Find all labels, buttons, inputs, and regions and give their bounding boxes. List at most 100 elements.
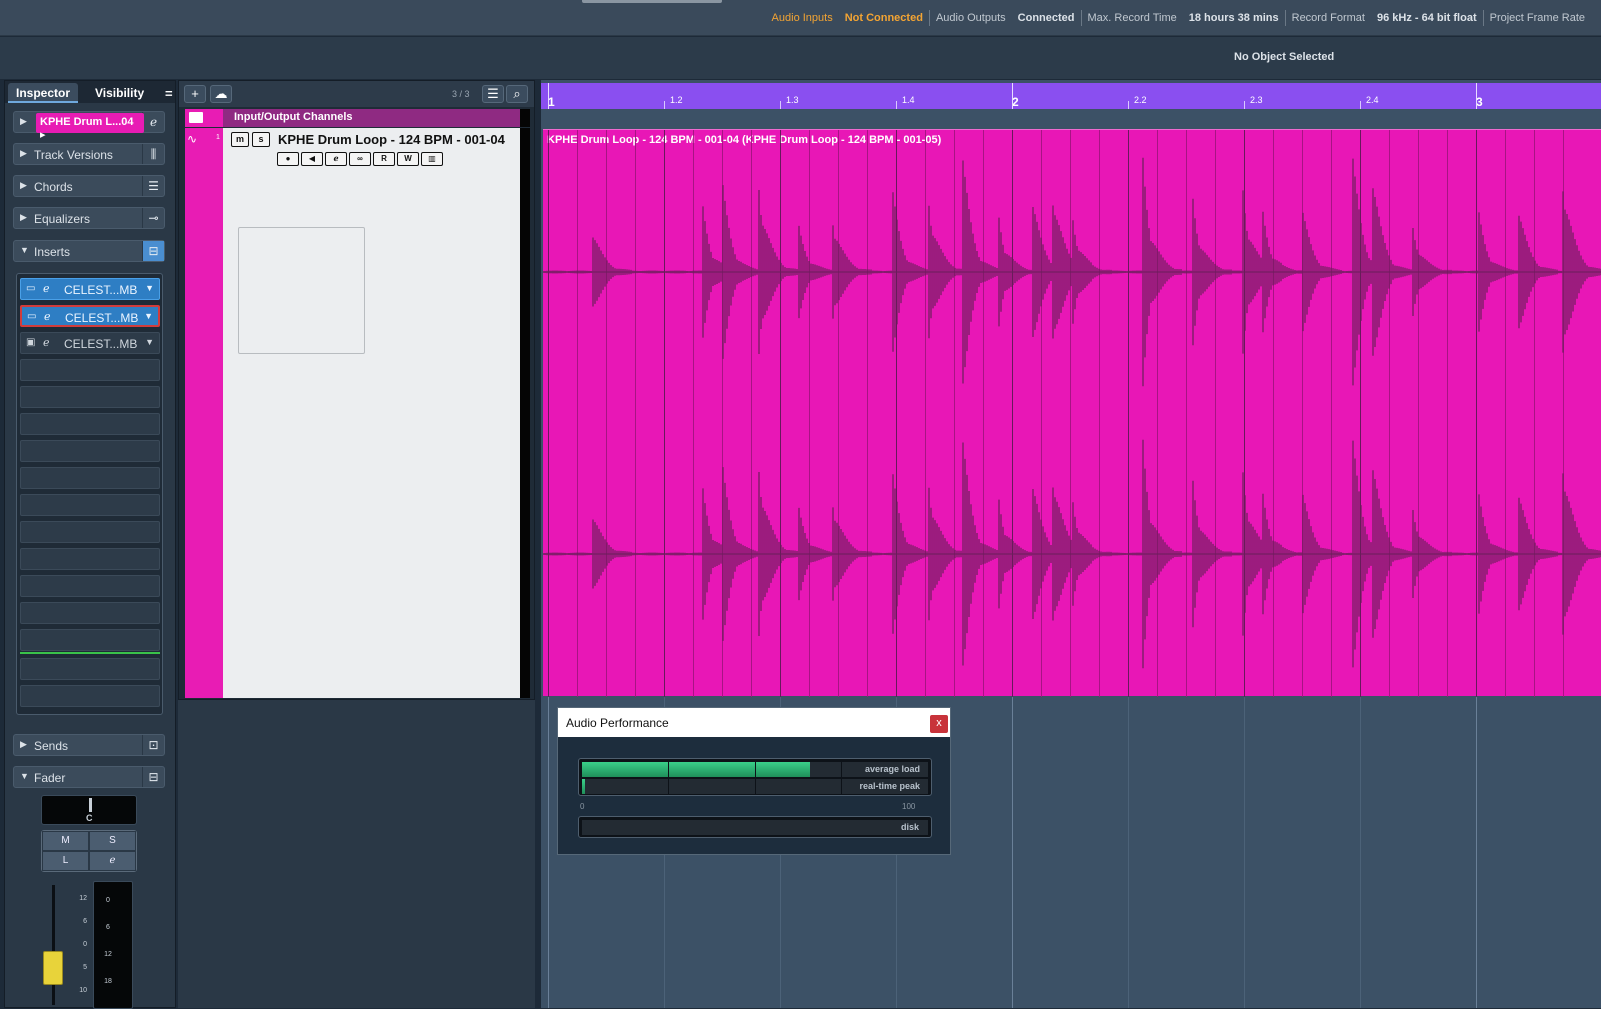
expand-triangle-icon[interactable]: ▶ [20, 180, 27, 191]
chevron-down-icon[interactable]: ▼ [144, 311, 153, 321]
insert-slot-empty[interactable] [20, 548, 160, 570]
section-label: Fader [34, 771, 66, 785]
realtime-peak-label: real-time peak [859, 781, 920, 791]
section-chords[interactable]: ▶ Chords ☰ [13, 175, 165, 197]
insert-slot-empty[interactable] [20, 629, 160, 651]
eq-bypass-icon[interactable]: ⊸ [142, 208, 164, 228]
track-versions-button[interactable]: ▥ [421, 152, 443, 166]
audio-track[interactable]: ∿ 1 m s KPHE Drum Loop - 124 BPM - 001-0… [185, 128, 530, 698]
insert-plugin-name: CELEST...MB [64, 283, 138, 297]
insert-slot-empty[interactable] [20, 521, 160, 543]
add-track-button[interactable]: + [184, 85, 206, 103]
insert-slot-3[interactable]: ▣ ℯ CELEST...MB ▼ [20, 332, 160, 354]
disk-bar [582, 820, 928, 835]
folder-icon[interactable] [189, 112, 203, 123]
expand-triangle-icon[interactable]: ▶ [20, 212, 27, 223]
edit-channel-button[interactable]: ℯ [89, 851, 136, 871]
expand-triangle-icon[interactable]: ▶ [20, 116, 27, 127]
track-picture[interactable] [238, 227, 365, 354]
tab-visibility[interactable]: Visibility [87, 83, 152, 103]
audio-outputs-label[interactable]: Audio Outputs [930, 12, 1012, 26]
fader-icon[interactable]: ⊟ [142, 767, 164, 787]
close-button[interactable]: x [930, 715, 948, 733]
audio-performance-window[interactable]: Audio Performance x average load real-ti… [557, 707, 951, 855]
inserts-bypass-icon[interactable]: ⊟ [142, 241, 164, 261]
sends-bypass-icon[interactable]: ⊡ [142, 735, 164, 755]
fader-handle[interactable] [43, 951, 63, 985]
ruler-marker: 2 [1012, 95, 1019, 109]
collapse-triangle-icon[interactable]: ▼ [20, 771, 29, 781]
folder-track-name[interactable]: Input/Output Channels [234, 111, 353, 123]
scale-max: 100 [902, 802, 916, 811]
section-sends[interactable]: ▶ Sends ⊡ [13, 734, 165, 756]
audio-event[interactable]: KPHE Drum Loop - 124 BPM - 001-04 (KPHE … [543, 129, 1601, 697]
insert-slot-empty[interactable] [20, 413, 160, 435]
edit-icon[interactable]: ℯ [43, 336, 50, 349]
project-window[interactable]: 1 1.2 1.3 1.4 2 2.2 2.3 2.4 3 KPHE Drum Loop - 1… [541, 80, 1601, 1008]
record-format-value: 96 kHz - 64 bit float [1376, 12, 1477, 24]
chevron-down-icon[interactable]: ▼ [145, 283, 154, 293]
dialog-title-bar[interactable]: Audio Performance x [558, 708, 950, 737]
insert-slot-1[interactable]: ▭ ℯ CELEST...MB ▼ [20, 278, 160, 300]
inspector-track-name[interactable]: KPHE Drum L...04 ▸ [36, 113, 144, 141]
insert-slot-empty[interactable] [20, 658, 160, 680]
insert-slot-empty[interactable] [20, 467, 160, 489]
section-equalizers[interactable]: ▶ Equalizers ⊸ [13, 207, 165, 229]
expand-triangle-icon[interactable]: ▶ [20, 148, 27, 159]
mute-button[interactable]: M [42, 831, 89, 851]
add-track-template-icon[interactable]: ☁ [210, 85, 232, 103]
section-label: Track Versions [34, 148, 113, 162]
insert-slot-empty[interactable] [20, 494, 160, 516]
chevron-down-icon[interactable]: ▼ [145, 337, 154, 347]
max-record-label[interactable]: Max. Record Time [1082, 12, 1183, 26]
listen-button[interactable]: L [42, 851, 89, 871]
ruler-marker: 3 [1476, 95, 1483, 109]
track-versions-icon[interactable]: ⫼ [142, 144, 164, 164]
frame-rate-label[interactable]: Project Frame Rate [1484, 12, 1591, 26]
track-list-settings-icon[interactable]: ☰ [482, 85, 504, 103]
max-record-value: 18 hours 38 mins [1188, 12, 1279, 24]
solo-button[interactable]: s [252, 132, 270, 147]
track-list-empty-area[interactable] [178, 700, 535, 1008]
insert-slot-empty[interactable] [20, 685, 160, 707]
mute-button[interactable]: m [231, 132, 249, 147]
power-icon[interactable]: ▭ [26, 283, 35, 294]
monitor-button[interactable]: ◀ [301, 152, 323, 166]
pan-control[interactable]: C [41, 795, 137, 825]
insert-slot-empty[interactable] [20, 602, 160, 624]
chords-icon[interactable]: ☰ [142, 176, 164, 196]
section-inserts[interactable]: ▼ Inserts ⊟ [13, 240, 165, 262]
insert-slot-empty[interactable] [20, 575, 160, 597]
insert-slot-2[interactable]: ▭ ℯ CELEST...MB ▼ [20, 305, 160, 327]
expand-triangle-icon[interactable]: ▶ [20, 739, 27, 750]
write-automation-button[interactable]: W [397, 152, 419, 166]
record-format-label[interactable]: Record Format [1286, 12, 1371, 26]
record-enable-button[interactable]: ● [277, 152, 299, 166]
edit-icon[interactable]: ℯ [44, 310, 51, 323]
power-icon[interactable]: ▣ [26, 337, 35, 348]
search-icon[interactable]: ⌕ [506, 85, 528, 103]
insert-slot-empty[interactable] [20, 359, 160, 381]
insert-slot-empty[interactable] [20, 440, 160, 462]
tab-inspector[interactable]: Inspector [8, 83, 79, 103]
section-track-versions[interactable]: ▶ Track Versions ⫼ [13, 143, 165, 165]
fader-track[interactable] [52, 885, 55, 1005]
edit-channel-icon[interactable]: ℯ [142, 112, 164, 132]
section-label: Sends [34, 739, 69, 753]
solo-button[interactable]: S [89, 831, 136, 851]
read-automation-button[interactable]: R [373, 152, 395, 166]
section-fader[interactable]: ▼ Fader ⊟ [13, 766, 165, 788]
ruler-tick [896, 101, 897, 109]
window-grip[interactable] [582, 0, 722, 3]
edit-channel-button[interactable]: ℯ [325, 152, 347, 166]
collapse-triangle-icon[interactable]: ▼ [20, 245, 29, 255]
lanes-button[interactable]: ∞ [349, 152, 371, 166]
ruler[interactable]: 1 1.2 1.3 1.4 2 2.2 2.3 2.4 3 [541, 83, 1601, 109]
average-load-label: average load [864, 764, 920, 774]
folder-track[interactable]: Input/Output Channels [185, 109, 530, 127]
audio-inputs-label[interactable]: Audio Inputs [766, 12, 839, 26]
insert-slot-empty[interactable] [20, 386, 160, 408]
edit-icon[interactable]: ℯ [43, 282, 50, 295]
track-name[interactable]: KPHE Drum Loop - 124 BPM - 001-04 [278, 132, 505, 147]
power-icon[interactable]: ▭ [27, 311, 36, 322]
